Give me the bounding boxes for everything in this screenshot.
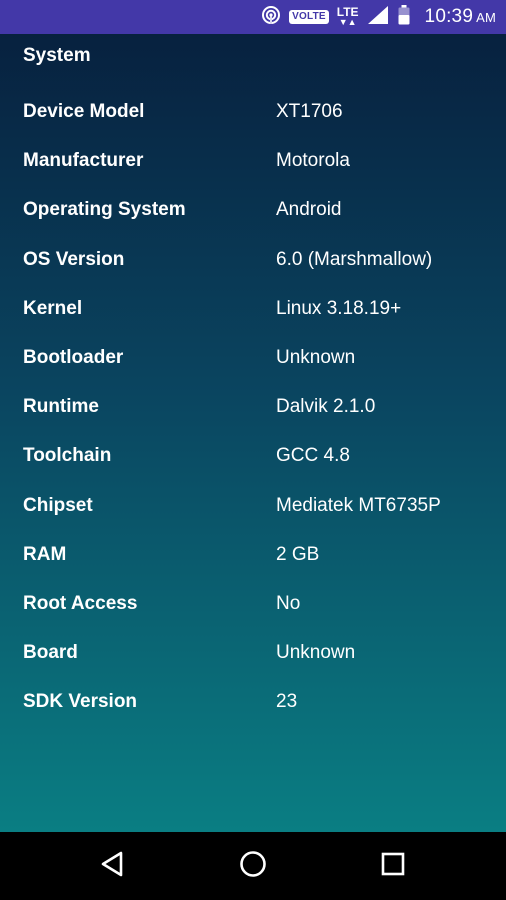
info-label: OS Version [23, 248, 125, 270]
info-label: Board [23, 642, 78, 664]
info-label: Operating System [23, 199, 186, 221]
clock-ampm: AM [476, 10, 496, 25]
info-label: RAM [23, 543, 67, 565]
info-label: SDK Version [23, 691, 138, 713]
hotspot-icon [261, 5, 281, 30]
volte-badge: VOLTE [289, 10, 329, 24]
info-label: Bootloader [23, 346, 124, 368]
info-row: Device Model XT1706 [0, 101, 506, 150]
battery-icon [397, 4, 411, 31]
recents-icon [381, 852, 405, 881]
info-list: Device Model XT1706 Manufacturer Motorola Op… [0, 101, 506, 740]
info-row: Kernel Linux 3.18.19+ [0, 298, 506, 347]
info-row: Board Unknown [0, 642, 506, 691]
clock: 10:39 AM [425, 6, 496, 28]
info-value: Mediatek MT6735P [276, 494, 441, 516]
screen: VOLTE LTE ▼▲ 10:39 AM System Device Mode… [0, 0, 506, 900]
info-value: Unknown [276, 642, 356, 664]
info-label: Manufacturer [23, 150, 144, 172]
info-row: RAM 2 GB [0, 544, 506, 593]
info-value: Dalvik 2.1.0 [276, 396, 376, 418]
info-row: SDK Version 23 [0, 691, 506, 740]
info-row: Toolchain GCC 4.8 [0, 445, 506, 494]
info-row: Operating System Android [0, 199, 506, 248]
info-value: Motorola [276, 150, 350, 172]
info-label: Device Model [23, 101, 145, 122]
info-value: 2 GB [276, 543, 320, 565]
section-title: System [23, 45, 91, 66]
info-value: Android [276, 199, 342, 221]
info-label: Runtime [23, 396, 99, 418]
status-icons: VOLTE LTE ▼▲ 10:39 AM [261, 0, 496, 34]
info-row: Manufacturer Motorola [0, 150, 506, 199]
info-row: OS Version 6.0 (Marshmallow) [0, 249, 506, 298]
info-label: Chipset [23, 494, 93, 516]
info-value: XT1706 [276, 101, 343, 122]
recents-button[interactable] [373, 846, 413, 886]
info-value: No [276, 592, 301, 614]
info-label: Root Access [23, 592, 138, 614]
info-row: Runtime Dalvik 2.1.0 [0, 396, 506, 445]
clock-time: 10:39 [424, 6, 474, 27]
info-label: Toolchain [23, 445, 112, 467]
back-icon [99, 850, 125, 883]
info-row: Chipset Mediatek MT6735P [0, 495, 506, 544]
system-info-panel: System Device Model XT1706 Manufacturer Mot… [0, 34, 506, 832]
info-label: Kernel [23, 297, 83, 319]
info-row: Bootloader Unknown [0, 347, 506, 396]
info-value: Linux 3.18.19+ [276, 297, 402, 319]
info-value: Unknown [276, 346, 356, 368]
navigation-bar [0, 832, 506, 900]
info-value: 23 [276, 691, 298, 713]
home-button[interactable] [233, 846, 273, 886]
data-arrows-icon: ▼▲ [338, 17, 357, 27]
info-value: GCC 4.8 [276, 445, 350, 467]
signal-icon [367, 5, 389, 30]
info-row: Root Access No [0, 593, 506, 642]
back-button[interactable] [92, 846, 132, 886]
home-icon [239, 850, 267, 883]
lte-indicator: LTE ▼▲ [337, 6, 359, 27]
info-value: 6.0 (Marshmallow) [276, 248, 433, 270]
status-bar: VOLTE LTE ▼▲ 10:39 AM [0, 0, 506, 34]
